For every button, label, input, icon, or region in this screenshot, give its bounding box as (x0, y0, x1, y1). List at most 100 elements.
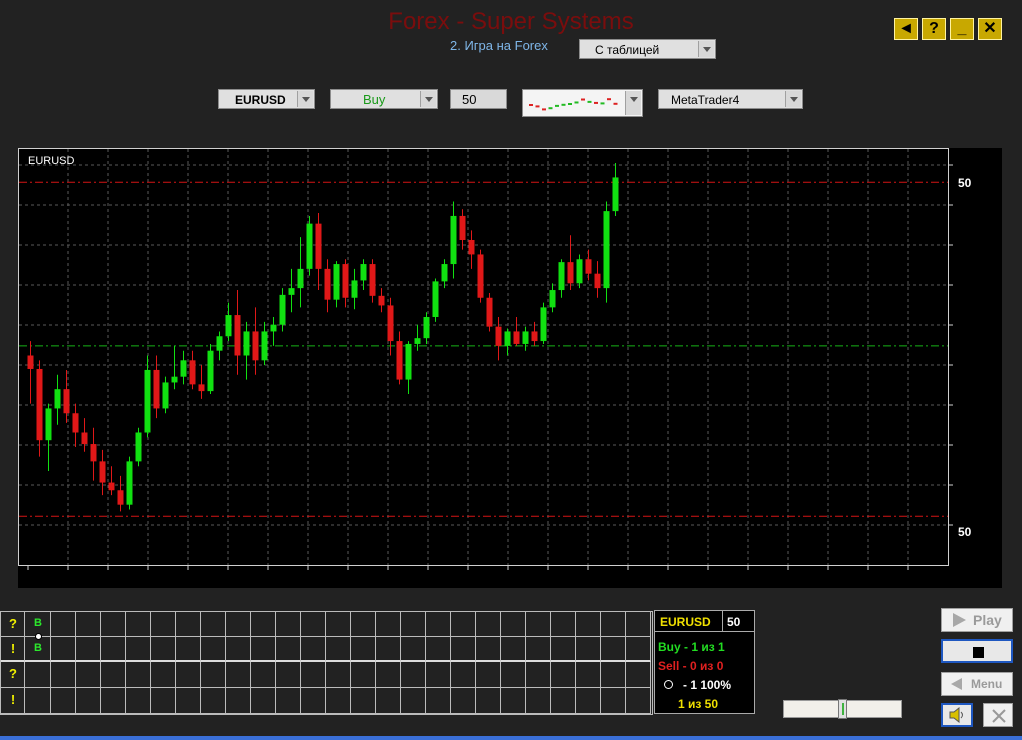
grid-cell[interactable] (626, 612, 651, 637)
grid-cell[interactable] (351, 688, 376, 714)
grid-cell[interactable] (401, 637, 426, 662)
grid-cell[interactable] (551, 688, 576, 714)
grid-cell[interactable] (376, 662, 401, 688)
grid-cell[interactable] (626, 688, 651, 714)
grid-cell[interactable] (226, 688, 251, 714)
grid-cell[interactable] (126, 688, 151, 714)
grid-cell[interactable] (401, 688, 426, 714)
grid-cell[interactable] (76, 612, 101, 637)
grid-cell[interactable] (551, 662, 576, 688)
grid-cell[interactable] (126, 637, 151, 662)
volume-slider-thumb[interactable] (838, 699, 847, 719)
close-button[interactable]: ✕ (978, 18, 1002, 40)
grid-cell[interactable] (151, 637, 176, 662)
grid-cell[interactable] (426, 688, 451, 714)
grid-cell[interactable] (326, 662, 351, 688)
grid-cell[interactable] (351, 662, 376, 688)
grid-cell[interactable] (276, 662, 301, 688)
grid-cell[interactable] (301, 637, 326, 662)
grid-cell[interactable] (426, 662, 451, 688)
grid-cell[interactable] (226, 637, 251, 662)
grid-cell[interactable] (451, 612, 476, 637)
grid-cell[interactable] (201, 662, 226, 688)
grid-cell[interactable] (51, 662, 76, 688)
grid-cell[interactable] (426, 612, 451, 637)
grid-cell[interactable] (526, 637, 551, 662)
grid-cell[interactable] (276, 637, 301, 662)
grid-cell[interactable] (601, 688, 626, 714)
grid-cell[interactable] (326, 688, 351, 714)
grid-cell[interactable] (301, 612, 326, 637)
grid-cell[interactable] (151, 662, 176, 688)
grid-cell[interactable] (351, 637, 376, 662)
grid-cell[interactable] (376, 637, 401, 662)
grid-cell[interactable] (426, 637, 451, 662)
chevron-down-icon[interactable] (420, 91, 436, 107)
grid-cell[interactable] (76, 662, 101, 688)
grid-cell[interactable] (251, 637, 276, 662)
grid-cell[interactable] (501, 637, 526, 662)
menu-button[interactable]: Menu (941, 672, 1013, 696)
grid-cell[interactable] (76, 688, 101, 714)
grid-cell[interactable] (176, 612, 201, 637)
chevron-down-icon[interactable] (625, 91, 641, 115)
help-button[interactable]: ? (922, 18, 946, 40)
grid-cell[interactable] (201, 688, 226, 714)
grid-cell[interactable] (226, 612, 251, 637)
volume-slider[interactable] (783, 699, 902, 719)
back-button[interactable]: ◄ (894, 18, 918, 40)
grid-cell[interactable] (276, 688, 301, 714)
grid-cell[interactable] (51, 637, 76, 662)
grid-cell[interactable] (326, 637, 351, 662)
grid-cell[interactable] (476, 688, 501, 714)
chevron-down-icon[interactable] (297, 91, 313, 107)
grid-cell[interactable] (251, 612, 276, 637)
grid-cell[interactable] (601, 637, 626, 662)
grid-cell[interactable] (251, 688, 276, 714)
grid-cell[interactable] (301, 662, 326, 688)
grid-cell[interactable] (151, 688, 176, 714)
grid-cell[interactable] (201, 612, 226, 637)
grid-cell[interactable] (626, 637, 651, 662)
grid-cell[interactable] (51, 688, 76, 714)
grid-cell[interactable] (25, 688, 51, 714)
grid-cell[interactable] (126, 612, 151, 637)
grid-cell[interactable] (126, 662, 151, 688)
stop-button[interactable] (941, 639, 1013, 663)
lot-input[interactable]: 50 (450, 89, 507, 109)
grid-cell[interactable] (526, 612, 551, 637)
grid-cell[interactable] (576, 612, 601, 637)
grid-cell[interactable] (25, 662, 51, 688)
grid-cell[interactable] (101, 637, 126, 662)
chevron-down-icon[interactable] (785, 91, 801, 107)
direction-select[interactable]: Buy (330, 89, 438, 109)
grid-cell[interactable] (576, 662, 601, 688)
grid-cell[interactable] (451, 662, 476, 688)
grid-cell[interactable] (251, 662, 276, 688)
grid-cell[interactable] (376, 688, 401, 714)
grid-cell[interactable] (501, 662, 526, 688)
grid-cell[interactable] (276, 612, 301, 637)
grid-cell[interactable] (401, 612, 426, 637)
grid-cell[interactable] (151, 612, 176, 637)
grid-cell[interactable] (201, 637, 226, 662)
chevron-down-icon[interactable] (698, 41, 714, 57)
mode-select[interactable]: С таблицей (579, 39, 716, 59)
grid-cell[interactable] (101, 688, 126, 714)
grid-cell[interactable] (451, 688, 476, 714)
grid-cell[interactable] (526, 662, 551, 688)
grid-cell[interactable] (576, 637, 601, 662)
grid-cell[interactable] (226, 662, 251, 688)
grid-cell[interactable] (51, 612, 76, 637)
grid-cell[interactable] (526, 688, 551, 714)
grid-cell[interactable] (501, 688, 526, 714)
grid-cell[interactable] (626, 662, 651, 688)
grid-cell[interactable] (101, 662, 126, 688)
symbol-select[interactable]: EURUSD (218, 89, 315, 109)
grid-cell[interactable] (476, 637, 501, 662)
grid-cell[interactable] (101, 612, 126, 637)
grid-cell[interactable] (476, 612, 501, 637)
grid-cell[interactable] (351, 612, 376, 637)
minimize-button[interactable]: _ (950, 18, 974, 40)
grid-cell[interactable] (376, 612, 401, 637)
